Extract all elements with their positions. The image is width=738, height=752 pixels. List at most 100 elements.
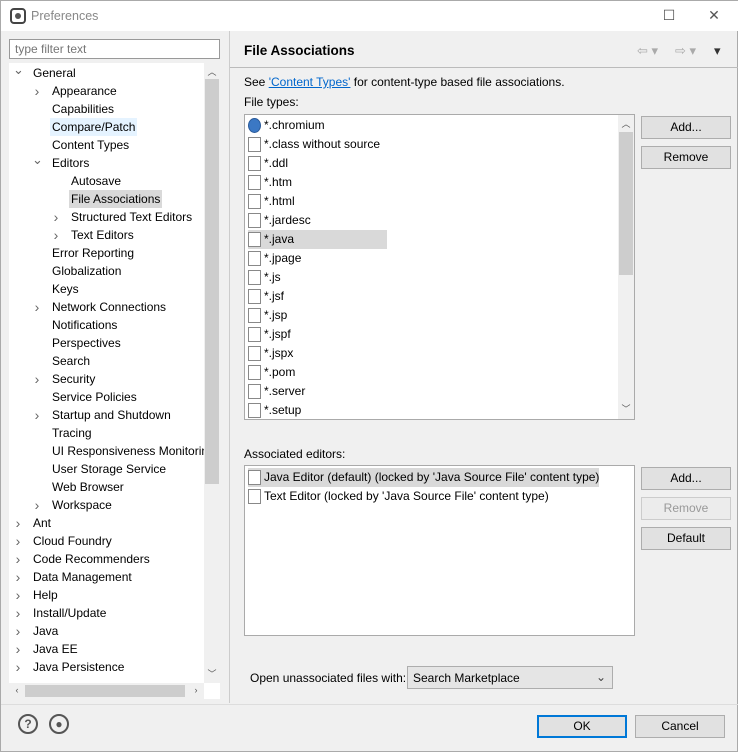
tree-item[interactable]: › Install/Update — [9, 604, 209, 622]
associated-editors-list[interactable]: Java Editor (default) (locked by 'Java S… — [244, 465, 635, 636]
cancel-button[interactable]: Cancel — [635, 715, 725, 738]
chevron-right-icon[interactable]: › — [32, 370, 42, 388]
tree-item[interactable]: File Associations — [9, 190, 209, 208]
content-types-link[interactable]: 'Content Types' — [269, 75, 351, 89]
tree-item[interactable]: Search — [9, 352, 209, 370]
scrollbar-thumb[interactable] — [205, 79, 219, 484]
chevron-right-icon[interactable]: › — [32, 496, 42, 514]
scroll-up-icon[interactable]: ︿ — [618, 117, 634, 130]
tree-item[interactable]: UI Responsiveness Monitoring — [9, 442, 215, 460]
add-editor-button[interactable]: Add... — [641, 467, 731, 490]
file-type-row[interactable]: *.jsp — [248, 306, 287, 325]
chevron-right-icon[interactable]: › — [13, 514, 23, 532]
chevron-right-icon[interactable]: › — [13, 586, 23, 604]
file-types-scrollbar[interactable]: ︿ ﹀ — [618, 115, 634, 419]
scroll-down-icon[interactable]: ﹀ — [204, 667, 220, 680]
file-type-row[interactable]: *.setup — [248, 401, 301, 420]
file-types-list[interactable]: ︿ ﹀ *.chromium *.class without source *.dd… — [244, 114, 635, 420]
chevron-right-icon[interactable]: › — [13, 550, 23, 568]
chevron-right-icon[interactable]: › — [32, 82, 42, 100]
scroll-up-icon[interactable]: ︿ — [204, 65, 220, 78]
maximize-button[interactable]: ☐ — [661, 7, 677, 23]
file-type-row[interactable]: *.chromium — [248, 116, 325, 135]
tree-item[interactable]: ⌄ General — [9, 63, 209, 82]
help-icon[interactable]: ? — [18, 714, 38, 734]
chevron-down-icon[interactable]: ⌄ — [32, 151, 43, 169]
chevron-right-icon[interactable]: › — [13, 658, 23, 676]
add-file-type-button[interactable]: Add... — [641, 116, 731, 139]
tree-vertical-scrollbar[interactable]: ︿ ﹀ — [204, 63, 220, 683]
unassociated-select[interactable]: Search Marketplace ⌄ — [407, 666, 613, 689]
tree-item[interactable]: Capabilities — [9, 100, 209, 118]
back-arrow-icon[interactable]: ⇦ ▾ — [637, 43, 658, 59]
file-type-row[interactable]: *.ddl — [248, 154, 288, 173]
file-type-row[interactable]: *.jardesc — [248, 211, 311, 230]
chevron-right-icon[interactable]: › — [32, 298, 42, 316]
forward-arrow-icon[interactable]: ⇨ ▾ — [675, 43, 696, 59]
remove-editor-button[interactable]: Remove — [641, 497, 731, 520]
chevron-right-icon[interactable]: › — [13, 640, 23, 658]
view-menu-icon[interactable]: ▾ — [714, 43, 721, 59]
tree-item[interactable]: › Ant — [9, 514, 209, 532]
editor-row[interactable]: Text Editor (locked by 'Java Source File… — [248, 487, 549, 506]
default-editor-button[interactable]: Default — [641, 527, 731, 550]
tree-item[interactable]: Service Policies — [9, 388, 209, 406]
tree-item[interactable]: Error Reporting — [9, 244, 209, 262]
tree-item[interactable]: › Java EE — [9, 640, 209, 658]
tree-item[interactable]: › Java — [9, 622, 209, 640]
file-type-row[interactable]: *.html — [248, 192, 295, 211]
ok-button[interactable]: OK — [537, 715, 627, 738]
tree-item[interactable]: › Code Recommenders — [9, 550, 209, 568]
scroll-left-icon[interactable]: ‹ — [9, 685, 25, 695]
tree-item[interactable]: Notifications — [9, 316, 209, 334]
tree-item[interactable]: Globalization — [9, 262, 209, 280]
tree-item[interactable]: › Workspace — [9, 496, 209, 514]
scroll-right-icon[interactable]: › — [188, 685, 204, 695]
file-type-row[interactable]: *.jspf — [248, 325, 291, 344]
file-type-row[interactable]: *.jpage — [248, 249, 301, 268]
tree-item[interactable]: Autosave — [9, 172, 209, 190]
tree-item[interactable]: › Help — [9, 586, 209, 604]
scroll-down-icon[interactable]: ﹀ — [618, 402, 634, 415]
tree-item[interactable]: › Java Persistence — [9, 658, 209, 676]
tree-item[interactable]: › Network Connections — [9, 298, 209, 316]
chevron-right-icon[interactable]: › — [51, 208, 61, 226]
file-type-row[interactable]: *.jsf — [248, 287, 284, 306]
tree-item[interactable]: › Text Editors — [9, 226, 209, 244]
tree-item[interactable]: › Cloud Foundry — [9, 532, 209, 550]
tree-item[interactable]: Perspectives — [9, 334, 209, 352]
tree-item[interactable]: › Startup and Shutdown — [9, 406, 209, 424]
close-button[interactable]: ✕ — [706, 7, 722, 23]
tree-item[interactable]: ⌄ Editors — [9, 151, 209, 172]
chevron-right-icon[interactable]: › — [13, 532, 23, 550]
scrollbar-thumb[interactable] — [25, 685, 185, 697]
scrollbar-thumb[interactable] — [619, 132, 633, 275]
file-type-row[interactable]: *.jspx — [248, 344, 293, 363]
file-type-row[interactable]: *.java — [248, 230, 387, 249]
tree-item[interactable]: Compare/Patch — [9, 118, 209, 136]
file-type-row[interactable]: *.pom — [248, 363, 295, 382]
tree-item[interactable]: › Appearance — [9, 82, 209, 100]
file-type-row[interactable]: *.js — [248, 268, 281, 287]
editor-row[interactable]: Java Editor (default) (locked by 'Java S… — [248, 468, 600, 487]
import-export-icon[interactable]: ● — [49, 714, 69, 734]
filter-input[interactable] — [9, 39, 220, 59]
tree-item[interactable]: Tracing — [9, 424, 209, 442]
tree-horizontal-scrollbar[interactable]: ‹ › — [9, 683, 204, 699]
file-type-row[interactable]: *.htm — [248, 173, 292, 192]
file-type-row[interactable]: *.class without source — [248, 135, 380, 154]
tree-item[interactable]: Keys — [9, 280, 209, 298]
chevron-right-icon[interactable]: › — [51, 226, 61, 244]
tree-item[interactable]: Web Browser — [9, 478, 209, 496]
chevron-right-icon[interactable]: › — [13, 622, 23, 640]
file-type-row[interactable]: *.server — [248, 382, 305, 401]
chevron-right-icon[interactable]: › — [32, 406, 42, 424]
tree-item[interactable]: User Storage Service — [9, 460, 209, 478]
chevron-right-icon[interactable]: › — [13, 604, 23, 622]
tree-item[interactable]: › Security — [9, 370, 209, 388]
tree-item[interactable]: › Structured Text Editors — [9, 208, 209, 226]
chevron-right-icon[interactable]: › — [13, 568, 23, 586]
chevron-down-icon[interactable]: ⌄ — [13, 63, 24, 79]
tree-item[interactable]: › Data Management — [9, 568, 209, 586]
remove-file-type-button[interactable]: Remove — [641, 146, 731, 169]
